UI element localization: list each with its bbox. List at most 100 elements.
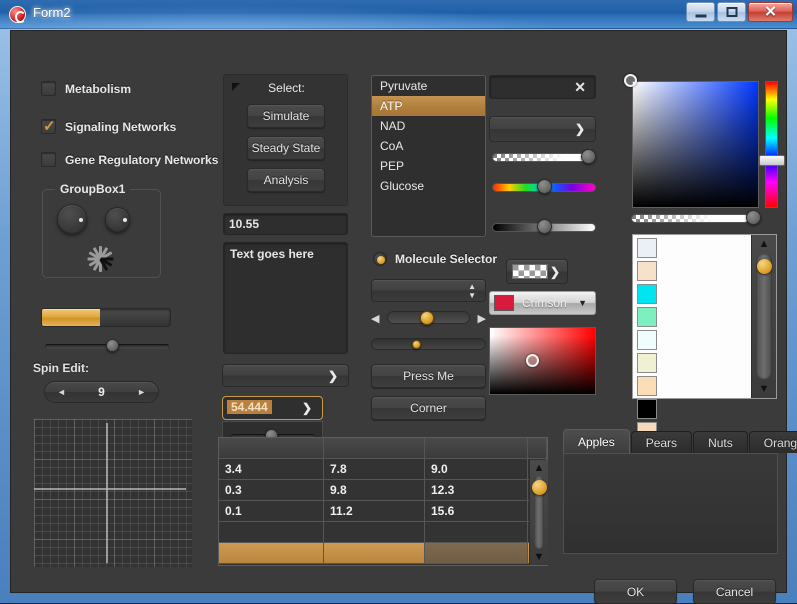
press-me-button[interactable]: Press Me <box>371 364 486 388</box>
ok-button[interactable]: OK <box>594 579 677 604</box>
named-color-combo[interactable]: Crimson ▼ <box>489 291 596 315</box>
listbox-item[interactable]: Pyruvate <box>372 76 485 96</box>
spin-edit[interactable]: ◄ 9 ► <box>44 381 159 403</box>
table-row[interactable]: 0.1 11.2 15.6 <box>219 501 547 522</box>
spinner-combo[interactable]: ▲ ▼ <box>371 279 486 302</box>
color-swatch-item[interactable] <box>637 261 657 281</box>
color-swatch-item[interactable] <box>637 284 657 304</box>
table-cell[interactable]: 3.4 <box>219 459 324 480</box>
table-cell[interactable] <box>219 522 324 543</box>
track-thumb-gold[interactable] <box>420 311 434 325</box>
value-combo[interactable]: 54.444 ❯ <box>222 396 323 420</box>
table-cell[interactable]: 12.3 <box>425 480 528 501</box>
saturation-value-square[interactable] <box>632 81 759 208</box>
table-cell[interactable]: 0.1 <box>219 501 324 522</box>
table-cell[interactable] <box>425 522 528 543</box>
table-cell[interactable]: 11.2 <box>324 501 425 522</box>
picker-alpha-track[interactable] <box>631 214 749 223</box>
table-cell[interactable] <box>324 522 425 543</box>
table-cell[interactable]: 15.6 <box>425 501 528 522</box>
radio-molecule-selector[interactable]: Molecule Selector <box>373 252 497 266</box>
table-row[interactable]: 0.3 9.8 12.3 <box>219 480 547 501</box>
table-cell[interactable] <box>219 543 324 564</box>
tab-oranges[interactable]: Oranges <box>748 431 797 453</box>
table-cell[interactable] <box>324 543 425 564</box>
empty-combo-2[interactable]: ❯ <box>489 116 596 142</box>
checkbox-metabolism[interactable]: Metabolism <box>41 81 131 96</box>
table-cell[interactable]: 9.8 <box>324 480 425 501</box>
table-cell[interactable] <box>425 543 528 564</box>
table-row[interactable] <box>219 543 547 564</box>
close-button[interactable]: ✕ <box>748 2 793 22</box>
grid-scrollbar[interactable]: ▲ ▼ <box>529 460 548 565</box>
plot-chart[interactable] <box>34 419 192 567</box>
steady-state-button[interactable]: Steady State <box>247 136 325 160</box>
empty-combo-1[interactable]: ❯ <box>222 364 349 387</box>
memo-textarea[interactable]: Text goes here <box>223 242 348 354</box>
table-row[interactable] <box>219 522 547 543</box>
color-picker-cursor[interactable] <box>526 354 539 367</box>
color-swatch-item[interactable] <box>637 307 657 327</box>
minimize-button[interactable] <box>686 2 715 22</box>
thin-track-thumb[interactable] <box>412 340 421 349</box>
color-swatch-item[interactable] <box>637 330 657 350</box>
hue-bar[interactable] <box>765 81 778 208</box>
table-header-cell[interactable] <box>425 438 528 459</box>
horizontal-slider-thumb[interactable] <box>106 339 120 352</box>
scroll-down-arrow-icon[interactable]: ▼ <box>530 551 548 563</box>
gold-track-bar[interactable]: ◀ ▶ <box>371 309 486 326</box>
scroll-up-arrow-icon[interactable]: ▲ <box>530 462 548 474</box>
table-cell[interactable]: 9.0 <box>425 459 528 480</box>
listbox-item[interactable]: NAD <box>372 116 485 136</box>
tab-nuts[interactable]: Nuts <box>693 431 748 453</box>
color-swatch-item[interactable] <box>637 376 657 396</box>
color-swatch-item[interactable] <box>637 353 657 373</box>
maximize-button[interactable] <box>717 2 746 22</box>
cancel-button[interactable]: Cancel <box>693 579 776 604</box>
saturation-value-cursor[interactable] <box>624 74 637 87</box>
pattern-combo[interactable]: ❯ <box>506 259 568 284</box>
picker-alpha-thumb[interactable] <box>746 210 761 225</box>
color-swatch-list[interactable]: ▲ ▼ <box>632 234 777 442</box>
scroll-down-arrow-icon[interactable]: ▼ <box>752 383 776 395</box>
color-swatch-item[interactable] <box>637 399 657 419</box>
rotary-knob-large[interactable] <box>57 204 87 234</box>
simulate-button[interactable]: Simulate <box>247 104 325 128</box>
table-cell[interactable]: 7.8 <box>324 459 425 480</box>
hue-slider-thumb[interactable] <box>537 179 552 194</box>
checkbox-gene-regulatory-networks[interactable]: Gene Regulatory Networks <box>41 152 218 167</box>
table-header-cell[interactable] <box>324 438 425 459</box>
listbox-item[interactable]: Glucose <box>372 176 485 196</box>
spinner-up-icon[interactable]: ▲ <box>468 283 476 291</box>
checkbox-signaling-networks[interactable]: Signaling Networks <box>41 117 176 135</box>
table-cell[interactable]: 0.3 <box>219 480 324 501</box>
spinner-down-icon[interactable]: ▼ <box>468 292 476 300</box>
listbox-item[interactable]: PEP <box>372 156 485 176</box>
scroll-up-arrow-icon[interactable]: ▲ <box>752 238 776 250</box>
thin-track-bar[interactable] <box>371 338 486 350</box>
track-right-arrow-icon[interactable]: ▶ <box>478 312 486 325</box>
tab-apples[interactable]: Apples <box>563 429 630 453</box>
red-saturation-value-box[interactable] <box>489 327 596 395</box>
listbox-item[interactable]: ATP <box>372 96 485 116</box>
table-header-cell[interactable] <box>528 438 547 459</box>
scrollbar-thumb[interactable] <box>532 480 547 495</box>
spin-edit-decrement[interactable]: ◄ <box>45 387 78 397</box>
clearable-input[interactable]: ✕ <box>489 75 596 99</box>
spin-edit-increment[interactable]: ► <box>125 387 158 397</box>
swatch-scrollbar[interactable]: ▲ ▼ <box>751 235 776 398</box>
molecule-listbox[interactable]: Pyruvate ATP NAD CoA PEP Glucose <box>371 75 486 237</box>
alpha-slider-thumb[interactable] <box>581 149 596 164</box>
scrollbar-thumb[interactable] <box>757 259 772 274</box>
corner-button[interactable]: Corner <box>371 396 486 420</box>
track-left-arrow-icon[interactable]: ◀ <box>371 312 379 325</box>
tab-pears[interactable]: Pears <box>630 431 693 453</box>
rotary-knob-small[interactable] <box>105 207 130 232</box>
close-icon[interactable]: ✕ <box>574 79 586 96</box>
data-grid[interactable]: 3.4 7.8 9.0 0.3 9.8 12.3 0.1 11.2 15.6 <box>218 437 548 566</box>
hue-bar-handle[interactable] <box>759 155 785 166</box>
table-header-cell[interactable] <box>219 438 324 459</box>
color-swatch-item[interactable] <box>637 238 657 258</box>
gray-slider-thumb[interactable] <box>537 219 552 234</box>
table-row[interactable]: 3.4 7.8 9.0 <box>219 459 547 480</box>
